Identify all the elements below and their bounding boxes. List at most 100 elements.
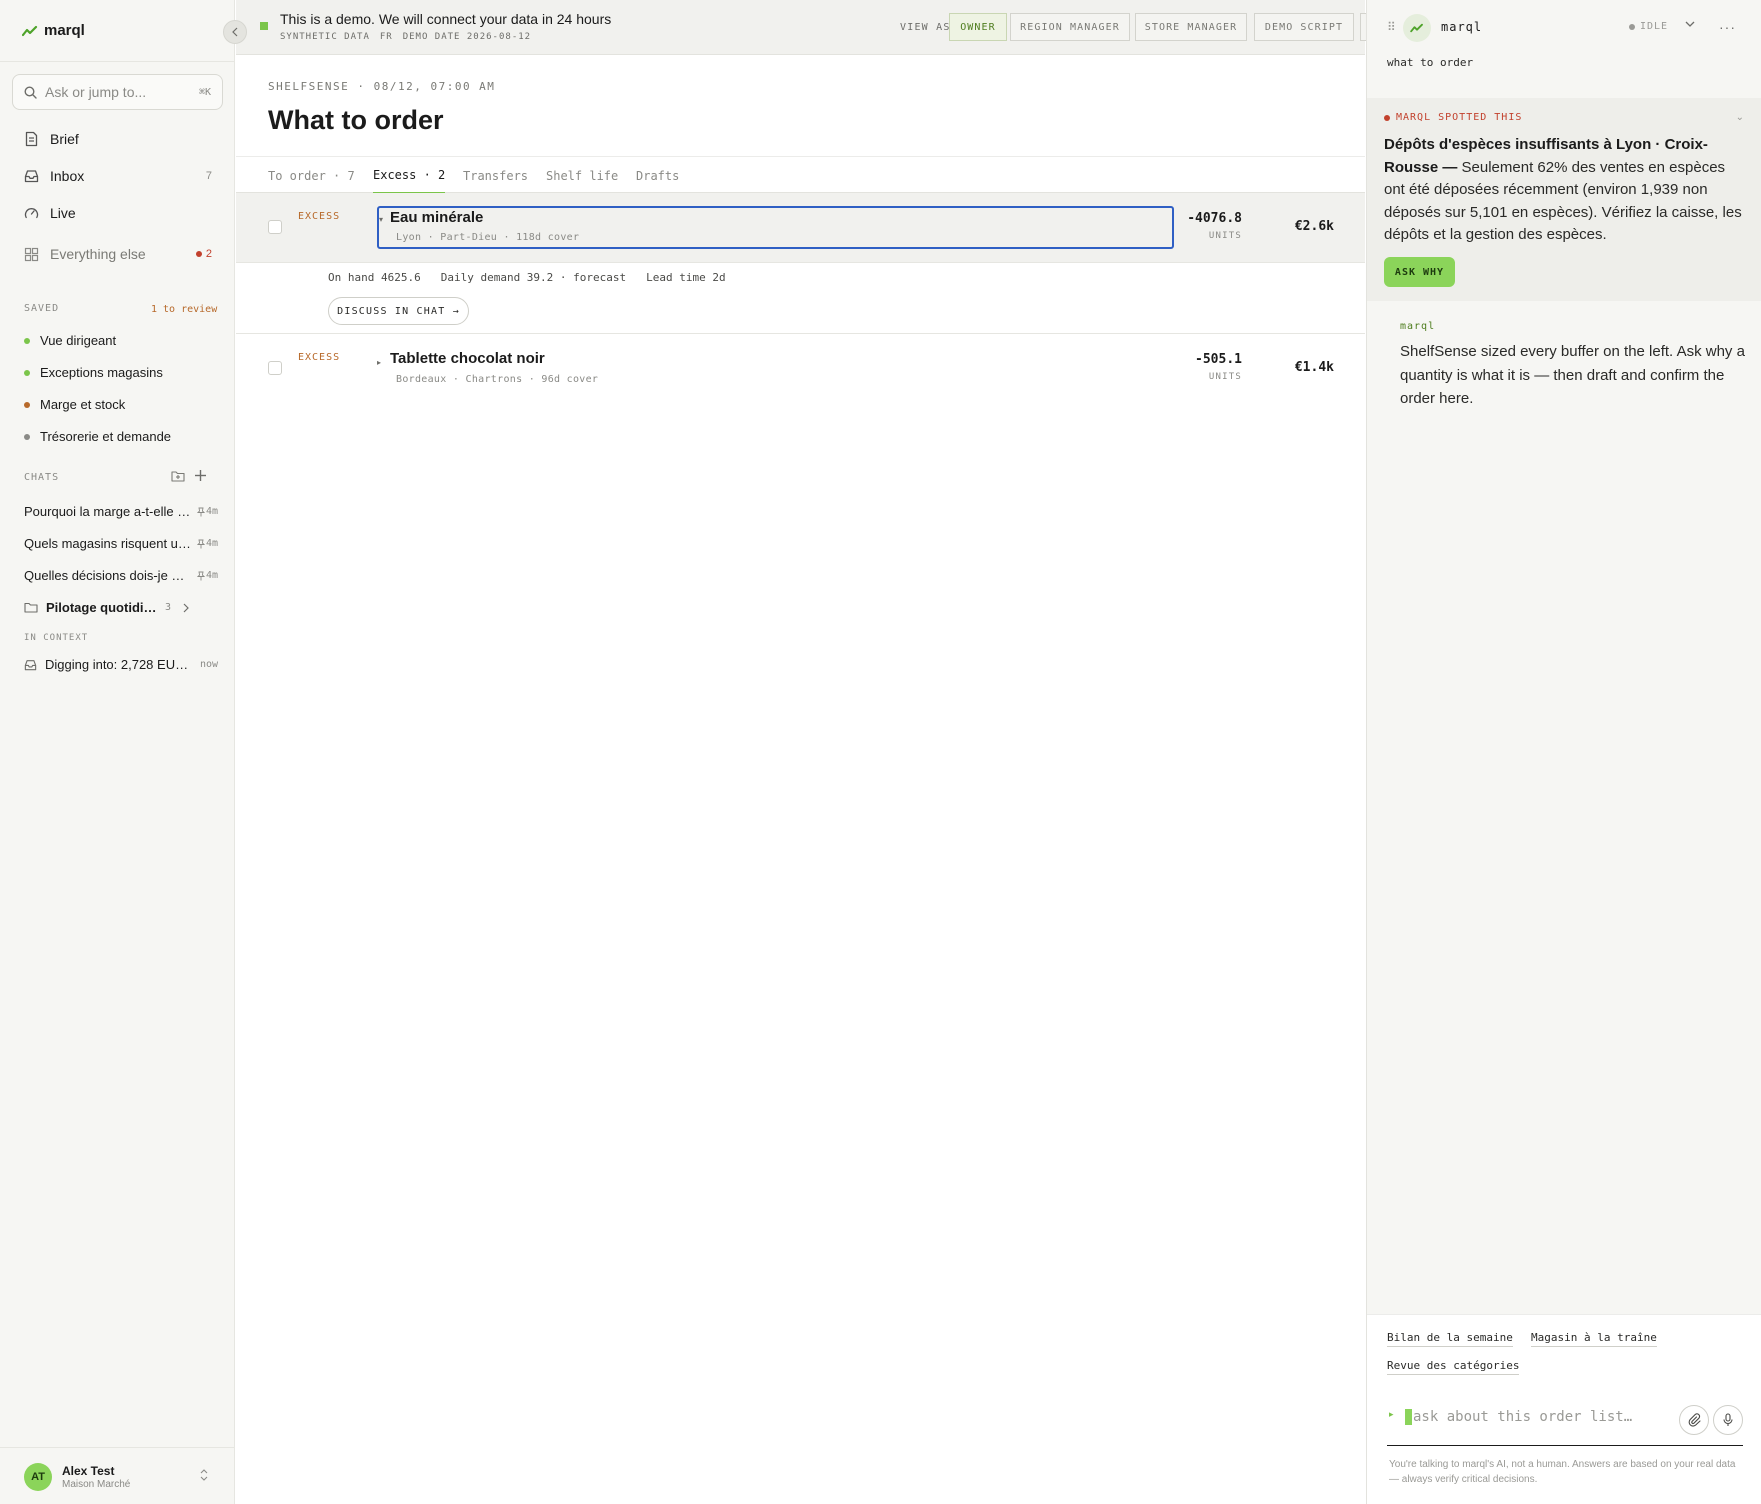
new-chat-plus-icon[interactable] [194,469,207,482]
in-context-item[interactable]: Digging into: 2,728 EUR écart now [24,657,218,672]
tab-drafts[interactable]: Drafts [636,157,679,194]
row-checkbox[interactable] [268,220,282,234]
nav-item-label: Everything else [50,246,146,262]
item-units: UNITS [1208,372,1242,382]
chat-time: 4m [205,570,218,581]
folder-icon [24,602,38,613]
new-folder-icon[interactable] [171,470,185,482]
attach-button[interactable] [1679,1405,1709,1435]
in-context-title: Digging into: 2,728 EUR écart [45,657,194,672]
nav-item-label: Brief [50,131,79,147]
chat-item[interactable]: Quels magasins risquent une rupture 4m [24,536,218,551]
saved-item-label: Trésorerie et demande [40,429,172,444]
caret-down-icon[interactable]: ▾ [379,215,383,224]
brand-name: marql [44,22,85,39]
sidebar: marql Ask or jump to... ⌘K Brief Inbox 7… [0,0,235,1504]
panel-context: what to order [1387,56,1474,69]
item-value: €2.6k [1294,219,1334,234]
nav-item-everything-else[interactable]: Everything else 2 [24,246,212,262]
saved-item[interactable]: Vue dirigeant [24,333,116,348]
view-store-manager-button[interactable]: STORE MANAGER [1135,13,1247,41]
banner-tags: SYNTHETIC DATA FR DEMO DATE 2026-08-12 [280,32,531,42]
chat-title: Quels magasins risquent une rupture [24,536,191,551]
saved-item[interactable]: Exceptions magasins [24,365,163,380]
ask-why-button[interactable]: ASK WHY [1384,257,1455,287]
sidebar-divider [0,61,235,62]
tab-to-order[interactable]: To order · 7 [268,157,355,194]
insight-kicker: MARQL SPOTTED THIS [1384,112,1522,123]
chat-item[interactable]: Quelles décisions dois-je prendre 4m [24,568,218,583]
folder-count: 3 [164,602,171,613]
caret-right-icon[interactable]: ▸ [377,358,381,367]
brand-logo[interactable]: marql [22,22,85,39]
view-owner-button[interactable]: OWNER [949,13,1007,41]
status-dot [24,337,30,344]
search-input[interactable]: Ask or jump to... ⌘K [12,74,223,110]
tab-bar: To order · 7 Excess · 2 Transfers Shelf … [236,156,1365,194]
insight-kicker-text: MARQL SPOTTED THIS [1396,112,1523,123]
demo-banner: This is a demo. We will connect your dat… [236,0,1368,55]
chats-section-label: CHATS [24,472,60,483]
saved-item[interactable]: Trésorerie et demande [24,429,171,444]
tab-transfers[interactable]: Transfers [463,157,528,194]
inbox-icon [24,169,39,183]
banner-tag: SYNTHETIC DATA [280,32,370,42]
collapse-sidebar-button[interactable] [223,20,247,44]
item-name: Tablette chocolat noir [390,350,545,367]
daily-demand: Daily demand 39.2 · forecast [440,271,627,284]
user-org: Maison Marché [62,1479,131,1490]
suggestion-chip[interactable]: Bilan de la semaine [1387,1331,1513,1347]
chat-input[interactable]: ask about this order list… [1413,1409,1632,1425]
insight-body: Dépôts d'espèces insuffisants à Lyon · C… [1384,134,1749,247]
saved-item-label: Exceptions magasins [40,365,163,380]
folder-title: Pilotage quotidien [46,600,157,615]
item-value: €1.4k [1294,360,1334,375]
assistant-panel: ⠿ marql IDLE ··· what to order MARQL SPO… [1366,0,1761,1504]
discuss-in-chat-button[interactable]: DISCUSS IN CHAT → [328,297,469,325]
page-kicker: SHELFSENSE · 08/12, 07:00 AM [268,80,496,93]
view-region-manager-button[interactable]: REGION MANAGER [1010,13,1130,41]
avatar: AT [24,1463,52,1491]
everything-else-badge: 2 [195,248,212,260]
user-name: Alex Test [62,1464,115,1478]
suggestion-chip[interactable]: Revue des catégories [1387,1359,1520,1375]
row-checkbox[interactable] [268,361,282,375]
search-placeholder: Ask or jump to... [45,84,147,100]
pin-icon [196,539,205,549]
marql-logo-icon [1410,23,1424,33]
nav-item-inbox[interactable]: Inbox 7 [24,168,212,184]
item-name: Eau minérale [390,209,484,226]
drag-handle-icon[interactable]: ⠿ [1387,20,1396,34]
voice-button[interactable] [1713,1405,1743,1435]
paperclip-icon [1687,1413,1701,1427]
chevron-down-icon[interactable] [1685,21,1695,28]
chat-composer: Bilan de la semaine Magasin à la traîne … [1367,1314,1761,1504]
status-square [260,22,268,30]
panel-header: ⠿ marql IDLE ··· [1367,0,1761,55]
table-row[interactable]: EXCESS ▸ Tablette chocolat noir Bordeaux… [236,334,1365,404]
assistant-message: ShelfSense sized every buffer on the lef… [1400,343,1745,407]
saved-item-label: Marge et stock [40,397,126,412]
page-title: What to order [268,105,444,135]
table-row[interactable]: EXCESS ▾ Eau minérale Lyon · Part-Dieu ·… [236,193,1365,263]
banner-tag: FR [379,32,393,42]
more-options-icon[interactable]: ··· [1719,19,1736,35]
chat-folder[interactable]: Pilotage quotidien 3 [24,600,189,615]
user-menu[interactable]: AT Alex Test Maison Marché [0,1447,235,1504]
nav-item-label: Inbox [50,168,85,184]
saved-review-badge[interactable]: 1 to review [151,304,217,315]
tab-excess[interactable]: Excess · 2 [373,157,446,194]
collapse-chevron-icon[interactable]: ⌄ [1736,112,1744,123]
tab-shelf-life[interactable]: Shelf life [546,157,618,194]
insight-card: MARQL SPOTTED THIS ⌄ Dépôts d'espèces in… [1367,98,1761,301]
nav-item-brief[interactable]: Brief [24,131,212,147]
demo-script-button[interactable]: DEMO SCRIPT [1254,13,1354,41]
suggestion-chip[interactable]: Magasin à la traîne [1531,1331,1657,1347]
gauge-icon [24,206,39,221]
everything-else-count: 2 [205,248,212,260]
nav-item-live[interactable]: Live [24,205,212,221]
chat-item[interactable]: Pourquoi la marge a-t-elle baissé 4m [24,504,218,519]
search-shortcut: ⌘K [198,86,211,98]
microphone-icon [1722,1413,1734,1427]
saved-item[interactable]: Marge et stock [24,397,125,412]
